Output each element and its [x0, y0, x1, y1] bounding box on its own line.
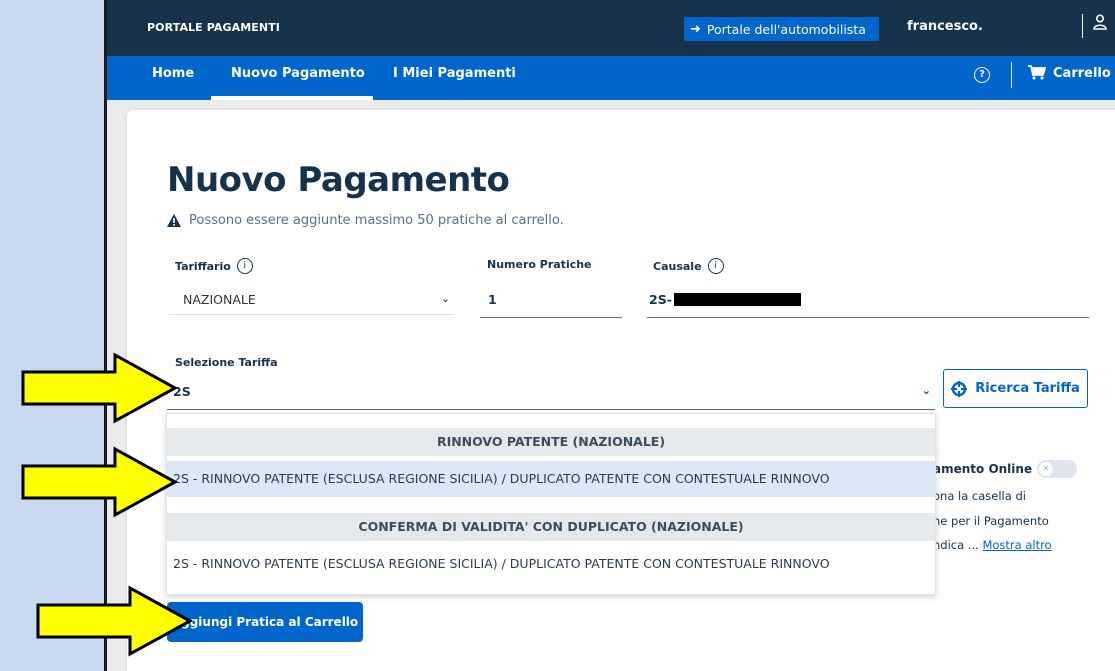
ricerca-tariffa-button[interactable]: Ricerca Tariffa — [943, 369, 1088, 408]
online-payment-text-2: ne per il Pagamento — [933, 514, 1049, 528]
main-nav: Home Nuovo Pagamento I Miei Pagamenti ? … — [107, 56, 1115, 100]
page-title: Nuovo Pagamento — [167, 160, 510, 200]
divider — [1011, 62, 1012, 88]
dropdown-option[interactable]: 2S - RINNOVO PATENTE (ESCLUSA REGIONE SI… — [167, 546, 935, 582]
warning-text: Possono essere aggiunte massimo 50 prati… — [189, 213, 564, 228]
username[interactable]: francesco. — [907, 19, 983, 34]
cart-icon[interactable] — [1028, 65, 1047, 84]
tariffario-select[interactable]: NAZIONALE ⌄ — [169, 282, 454, 315]
selezione-tariffa-label-text: Selezione Tariffa — [175, 356, 278, 369]
portal-automobilista-button[interactable]: ➜ Portale dell'automobilista — [684, 17, 879, 41]
nav-home[interactable]: Home — [152, 66, 194, 81]
online-payment-text-3: ndica ... Mostra altro — [933, 538, 1052, 552]
brand-title: PORTALE PAGAMENTI — [147, 21, 280, 34]
dropdown-group-header: RINNOVO PATENTE (NAZIONALE) — [167, 428, 935, 456]
tariffario-label-text: Tariffario — [175, 259, 231, 273]
tariffario-label: Tariffario i — [175, 258, 253, 274]
chevron-down-icon: ⌄ — [440, 292, 450, 305]
crosshair-icon — [951, 380, 968, 397]
divider — [1082, 14, 1083, 38]
causale-label: Causale i — [653, 258, 724, 274]
causale-label-text: Causale — [653, 259, 702, 273]
yellow-arrow-icon — [21, 352, 179, 424]
yellow-arrow-icon — [36, 585, 194, 657]
user-icon[interactable] — [1093, 14, 1107, 34]
redacted-block — [673, 293, 801, 306]
online-payment-text-3-label: ndica ... — [933, 538, 979, 552]
sign-in-icon: ➜ — [690, 21, 701, 37]
tariffario-value: NAZIONALE — [183, 292, 256, 307]
selezione-tariffa-input[interactable]: 2S ⌄ — [167, 374, 935, 410]
aggiungi-pratica-button[interactable]: Aggiungi Pratica al Carrello — [167, 602, 363, 642]
active-tab-indicator — [211, 96, 373, 100]
causale-input[interactable]: 2S- — [647, 282, 1089, 318]
selezione-tariffa-label: Selezione Tariffa — [175, 356, 278, 369]
portal-button-label: Portale dell'automobilista — [706, 21, 866, 37]
numero-pratiche-label: Numero Pratiche — [487, 258, 592, 271]
ricerca-tariffa-label: Ricerca Tariffa — [975, 381, 1080, 396]
tariffa-dropdown: RINNOVO PATENTE (NAZIONALE) 2S - RINNOVO… — [166, 413, 936, 595]
chevron-down-icon: ⌄ — [921, 384, 931, 397]
cart-link[interactable]: Carrello — [1053, 66, 1111, 81]
warning-message: Possono essere aggiunte massimo 50 prati… — [167, 213, 564, 228]
yellow-arrow-icon — [21, 446, 179, 518]
warning-icon — [167, 214, 181, 227]
help-icon[interactable]: ? — [974, 67, 990, 83]
online-payment-title: amento Online — [933, 462, 1033, 476]
nav-miei-pagamenti[interactable]: I Miei Pagamenti — [393, 66, 516, 81]
toggle-knob: ✕ — [1039, 462, 1053, 476]
dropdown-option[interactable]: 2S - RINNOVO PATENTE (ESCLUSA REGIONE SI… — [167, 461, 935, 497]
dropdown-group-header: CONFERMA DI VALIDITA' CON DUPLICATO (NAZ… — [167, 513, 935, 541]
info-icon[interactable]: i — [707, 258, 724, 274]
numero-pratiche-label-text: Numero Pratiche — [487, 258, 592, 271]
online-payment-text-1: ona la casella di — [933, 489, 1026, 503]
online-payment-toggle[interactable]: ✕ — [1037, 460, 1077, 478]
nav-nuovo-pagamento[interactable]: Nuovo Pagamento — [231, 66, 365, 81]
info-icon[interactable]: i — [236, 258, 253, 274]
mostra-altro-link[interactable]: Mostra altro — [982, 538, 1051, 552]
causale-value: 2S- — [649, 292, 672, 307]
numero-pratiche-input[interactable]: 1 — [480, 282, 622, 318]
top-header: PORTALE PAGAMENTI ➜ Portale dell'automob… — [107, 0, 1115, 56]
